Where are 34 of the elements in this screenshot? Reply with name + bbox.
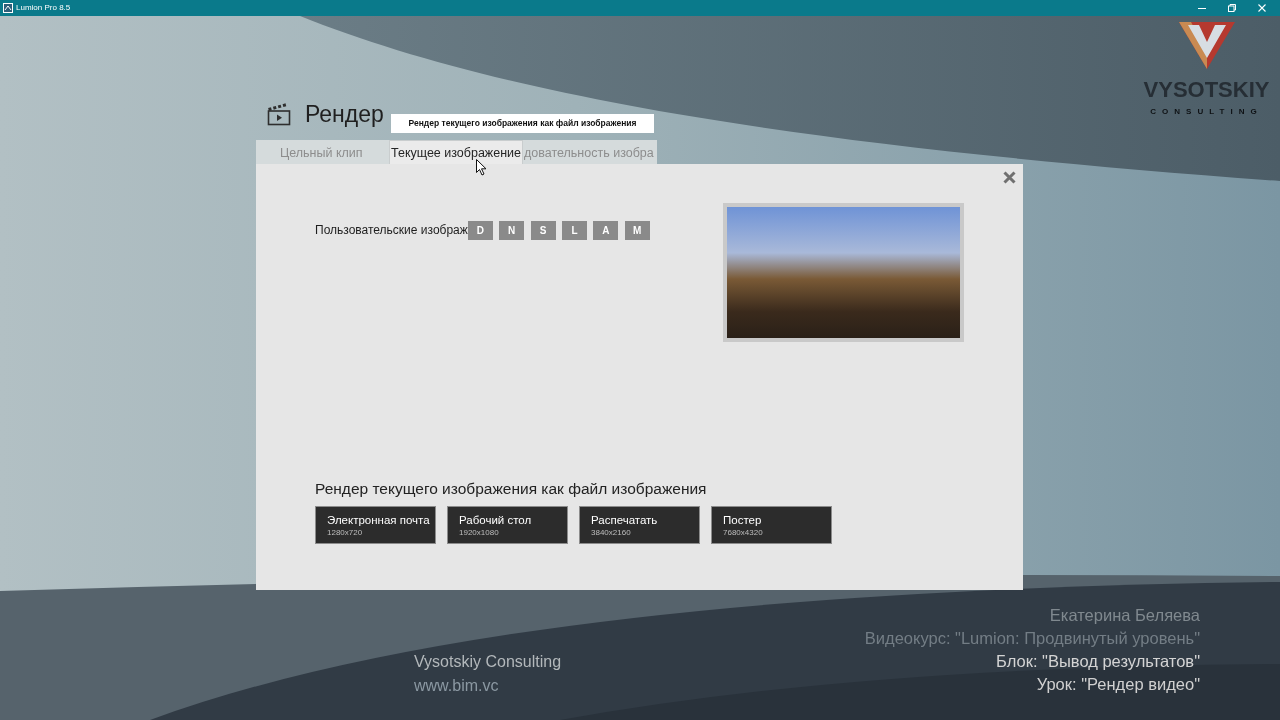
preset-button[interactable]: N <box>499 221 525 240</box>
render-size-button[interactable]: Распечатать 3840x2160 <box>579 506 700 544</box>
tab[interactable]: Цельный клип <box>256 140 389 164</box>
company-name: Vysotskiy Consulting <box>414 652 562 672</box>
preset-button[interactable]: M <box>624 221 650 240</box>
close-icon <box>1003 171 1016 184</box>
clapperboard-icon <box>267 102 291 126</box>
credit-line: Урок: "Рендер видео" <box>1036 674 1200 695</box>
tab[interactable]: довательность изобра <box>523 140 657 164</box>
render-size-button[interactable]: Постер 7680x4320 <box>711 506 832 544</box>
window-title: Lumion Pro 8.5 <box>16 2 71 14</box>
preset-button[interactable]: S <box>530 221 556 240</box>
preset-button[interactable]: A <box>593 221 619 240</box>
page-title: Рендер <box>305 100 384 128</box>
preset-button[interactable]: L <box>562 221 587 240</box>
section-title: Рендер текущего изображения как файл изображения <box>315 479 708 499</box>
website-text: www.bim.vc <box>414 676 500 696</box>
logo-subtitle: CONSULTING <box>1150 107 1263 117</box>
render-size-button[interactable]: Электронная почта 1280x720 <box>315 506 436 544</box>
render-size-button[interactable]: Рабочий стол 1920x1080 <box>447 506 568 544</box>
restore-icon <box>1228 4 1236 12</box>
close-button[interactable] <box>1003 171 1016 184</box>
mouse-pointer-icon <box>476 159 487 176</box>
credit-line: Видеокурс: "Lumion: Продвинутый уровень" <box>864 628 1200 649</box>
close-icon <box>1258 4 1266 12</box>
credit-line: Блок: "Вывод результатов" <box>996 651 1200 672</box>
app-icon <box>3 3 13 13</box>
minimize-icon <box>1198 7 1206 9</box>
tab[interactable]: Текущее изображение <box>389 140 523 164</box>
custom-images-label: Пользовательские изображ <box>315 222 468 239</box>
credit-line: Екатерина Беляева <box>1049 605 1200 626</box>
triangle-logo-icon <box>1178 22 1235 69</box>
tooltip: Рендер текущего изображения как файл изображения <box>391 114 654 133</box>
preset-button[interactable]: D <box>467 221 493 240</box>
